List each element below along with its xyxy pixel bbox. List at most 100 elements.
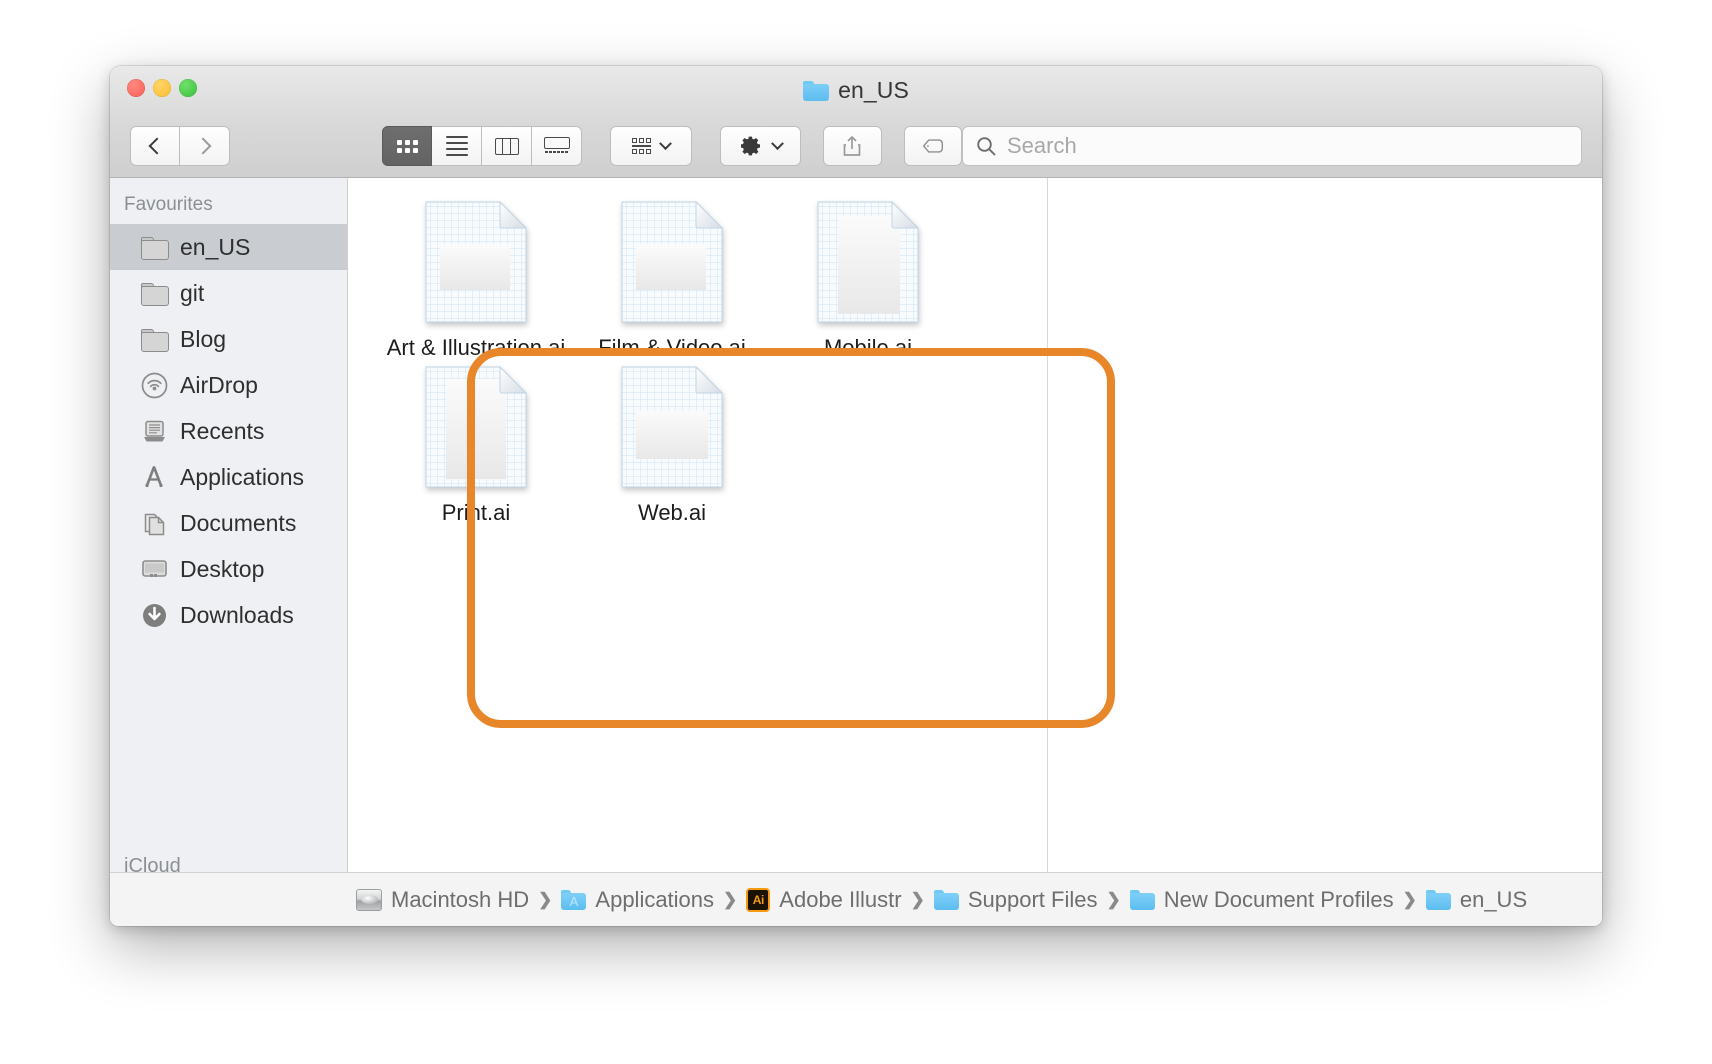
blue-folder-icon bbox=[1129, 889, 1155, 910]
sidebar-item-en-us[interactable]: en_US bbox=[110, 224, 347, 270]
applications-folder-icon bbox=[561, 889, 587, 910]
file-name-label: Print.ai bbox=[441, 499, 511, 525]
blue-folder-icon bbox=[1425, 889, 1451, 910]
search-input-placeholder: Search bbox=[1007, 133, 1077, 158]
recents-icon bbox=[140, 418, 168, 444]
sidebar-item-downloads[interactable]: Downloads bbox=[110, 592, 347, 638]
sidebar-section-header-icloud: iCloud bbox=[124, 855, 181, 872]
gear-icon bbox=[740, 136, 760, 156]
breadcrumb-separator: ❯ bbox=[723, 889, 738, 909]
sidebar-item-git[interactable]: git bbox=[110, 270, 347, 316]
sidebar-item-label: Applications bbox=[180, 463, 305, 490]
sidebar-item-desktop[interactable]: Desktop bbox=[110, 546, 347, 592]
window-controls bbox=[127, 79, 197, 97]
sidebar-item-airdrop[interactable]: AirDrop bbox=[110, 362, 347, 408]
breadcrumb-label: Applications bbox=[595, 886, 715, 912]
chevron-left-icon bbox=[148, 137, 165, 155]
sidebar-item-label: Desktop bbox=[180, 555, 265, 582]
breadcrumb-item-macintosh-hd[interactable]: Macintosh HD bbox=[356, 887, 529, 913]
ai-document-icon bbox=[424, 365, 528, 489]
sidebar-section-header: Favourites bbox=[124, 194, 213, 215]
preview-pane bbox=[1048, 178, 1602, 872]
file-name-label: Art & Illustration.ai bbox=[386, 335, 566, 360]
sidebar-item-label: Documents bbox=[180, 509, 297, 536]
sidebar-item-label: git bbox=[180, 279, 205, 306]
downloads-icon bbox=[140, 602, 168, 628]
hard-drive-icon bbox=[356, 888, 382, 911]
file-name-label: Mobile.ai bbox=[823, 335, 913, 360]
gallery-view-button[interactable] bbox=[532, 126, 582, 166]
toolbar: Search bbox=[110, 118, 1602, 174]
blue-folder-icon bbox=[803, 80, 830, 101]
back-button[interactable] bbox=[130, 126, 180, 166]
share-button[interactable] bbox=[823, 126, 882, 166]
breadcrumb-item-support-files[interactable]: Support Files bbox=[933, 886, 1098, 913]
applications-icon bbox=[140, 464, 168, 490]
breadcrumb-separator: ❯ bbox=[910, 889, 925, 909]
grid-icon bbox=[396, 139, 418, 153]
window-title-text: en_US bbox=[838, 77, 909, 103]
file-item[interactable]: Film & Video.ai bbox=[574, 200, 770, 363]
sidebar-item-label: Blog bbox=[180, 325, 227, 352]
arrange-by-button[interactable] bbox=[610, 126, 692, 166]
ai-document-icon bbox=[816, 200, 920, 324]
file-item[interactable]: Web.ai bbox=[574, 365, 770, 528]
grey-folder-icon bbox=[140, 280, 169, 306]
breadcrumb-separator: ❯ bbox=[1402, 889, 1417, 909]
breadcrumb-separator: ❯ bbox=[1106, 889, 1121, 909]
sidebar-item-label: en_US bbox=[180, 233, 251, 260]
file-item[interactable]: Art & Illustration.ai bbox=[378, 200, 574, 363]
arrange-icon bbox=[631, 138, 651, 154]
finder-window: en_US Search Favourites en_US git Blog A… bbox=[110, 66, 1602, 926]
file-item[interactable]: Mobile.ai bbox=[770, 200, 966, 363]
sidebar-item-label: AirDrop bbox=[180, 371, 258, 398]
column-view-button[interactable] bbox=[482, 126, 532, 166]
desktop-icon bbox=[140, 556, 168, 582]
sidebar-item-recents[interactable]: Recents bbox=[110, 408, 347, 454]
breadcrumb-item-applications[interactable]: Applications bbox=[561, 887, 714, 913]
grey-folder-icon bbox=[140, 326, 169, 352]
file-name-label: Film & Video.ai bbox=[598, 335, 746, 360]
breadcrumb-label: Support Files bbox=[967, 886, 1098, 912]
file-icon-pane[interactable]: Art & Illustration.ai Film & Video.ai Mo… bbox=[348, 178, 1048, 872]
chevron-down-icon bbox=[658, 136, 672, 150]
window-title: en_US bbox=[110, 77, 1602, 104]
action-menu-button[interactable] bbox=[719, 126, 802, 166]
list-view-button[interactable] bbox=[432, 126, 482, 166]
breadcrumb-label: Macintosh HD bbox=[391, 886, 530, 912]
icon-view-button[interactable] bbox=[382, 126, 432, 166]
window-titlebar: en_US Search bbox=[110, 66, 1602, 178]
window-body: Favourites en_US git Blog AirDrop Recent… bbox=[110, 178, 1602, 872]
file-item[interactable]: Print.ai bbox=[378, 365, 574, 528]
chevron-right-icon bbox=[194, 137, 212, 155]
search-field[interactable]: Search bbox=[962, 126, 1582, 166]
tags-button[interactable] bbox=[903, 126, 962, 166]
breadcrumb-label: Adobe Illustr bbox=[779, 886, 902, 912]
chevron-down-icon bbox=[770, 136, 784, 150]
view-switcher bbox=[382, 126, 582, 166]
columns-icon bbox=[494, 137, 519, 155]
documents-icon bbox=[140, 510, 168, 536]
sidebar-item-blog[interactable]: Blog bbox=[110, 316, 347, 362]
desktop-background: en_US Search Favourites en_US git Blog A… bbox=[0, 0, 1712, 1064]
minimize-button[interactable] bbox=[153, 79, 171, 97]
breadcrumb-item-en-us[interactable]: en_US bbox=[1425, 886, 1528, 913]
coverflow-icon bbox=[543, 136, 570, 156]
maximize-button[interactable] bbox=[179, 79, 197, 97]
breadcrumb-label: en_US bbox=[1459, 886, 1528, 912]
ai-document-icon bbox=[620, 200, 724, 324]
breadcrumb: Macintosh HD ❯ Applications ❯ Ai Adobe I… bbox=[110, 872, 1602, 926]
tag-icon bbox=[922, 139, 943, 153]
ai-document-icon bbox=[620, 365, 724, 489]
forward-button[interactable] bbox=[180, 126, 230, 166]
sidebar-item-label: Downloads bbox=[180, 601, 294, 628]
breadcrumb-item-adobe-illustrator[interactable]: Ai Adobe Illustr bbox=[746, 886, 902, 913]
grey-folder-icon bbox=[140, 234, 169, 260]
sidebar-item-applications[interactable]: Applications bbox=[110, 454, 347, 500]
close-button[interactable] bbox=[127, 79, 145, 97]
breadcrumb-item-new-document-profiles[interactable]: New Document Profiles bbox=[1129, 886, 1394, 913]
breadcrumb-separator: ❯ bbox=[538, 889, 553, 909]
sidebar-item-documents[interactable]: Documents bbox=[110, 500, 347, 546]
breadcrumb-label: New Document Profiles bbox=[1163, 886, 1394, 912]
illustrator-app-icon: Ai bbox=[746, 887, 771, 912]
